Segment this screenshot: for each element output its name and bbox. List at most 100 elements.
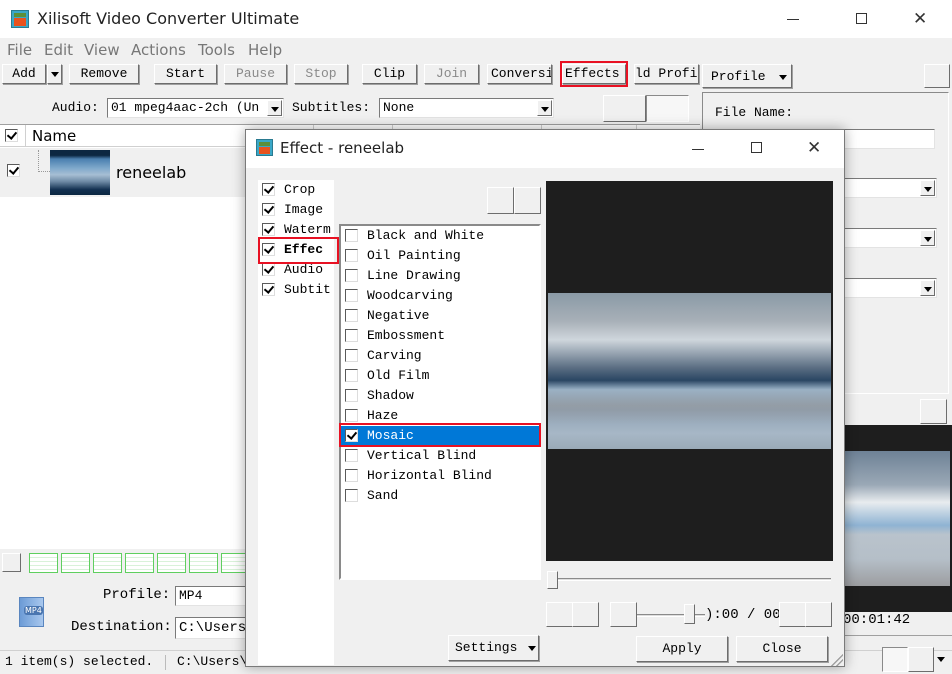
menu-file[interactable]: File xyxy=(7,41,32,59)
maximize-button[interactable] xyxy=(838,0,884,38)
volume-slider-thumb[interactable] xyxy=(684,604,695,624)
effect-item-mosaic[interactable]: Mosaic xyxy=(341,426,539,446)
remove-button[interactable]: Remove xyxy=(69,64,139,84)
apply-button[interactable]: Apply xyxy=(636,636,728,662)
position-slider-track[interactable] xyxy=(549,578,831,581)
destination-label: Destination: xyxy=(71,619,172,635)
effect-checkbox[interactable] xyxy=(345,229,358,242)
category-checkbox[interactable] xyxy=(262,223,275,236)
effect-item[interactable]: Old Film xyxy=(341,366,539,386)
start-button[interactable]: Start xyxy=(154,64,217,84)
chevron-down-icon[interactable] xyxy=(937,657,945,662)
settings-button[interactable]: Settings xyxy=(448,635,539,661)
category-watermark[interactable]: Waterm xyxy=(258,220,334,240)
pause-button[interactable]: Pause xyxy=(224,64,287,84)
menu-edit[interactable]: Edit xyxy=(44,41,73,59)
effect-checkbox[interactable] xyxy=(345,409,358,422)
preview-snapshot-button[interactable] xyxy=(882,647,908,672)
dialog-maximize-button[interactable] xyxy=(734,130,780,168)
effect-checkbox[interactable] xyxy=(345,369,358,382)
effect-checkbox[interactable] xyxy=(345,449,358,462)
effect-item[interactable]: Woodcarving xyxy=(341,286,539,306)
subtitles-value: None xyxy=(383,100,415,115)
effect-checkbox[interactable] xyxy=(345,329,358,342)
effect-item[interactable]: Sand xyxy=(341,486,539,506)
category-subtitle[interactable]: Subtit xyxy=(258,280,334,300)
effect-nav-button-2[interactable] xyxy=(514,187,541,214)
add-dropdown-button[interactable] xyxy=(47,64,62,84)
category-effect[interactable]: Effec xyxy=(258,240,334,260)
profile-field[interactable]: MP4 xyxy=(175,586,255,606)
close-dialog-button[interactable]: Close xyxy=(736,636,828,662)
effect-item[interactable]: Haze xyxy=(341,406,539,426)
close-button[interactable]: ✕ xyxy=(898,0,944,38)
minimize-button[interactable] xyxy=(770,0,816,38)
app-title: Xilisoft Video Converter Ultimate xyxy=(37,9,300,28)
effect-preview xyxy=(546,181,833,561)
minimize-icon xyxy=(787,19,799,20)
join-button[interactable]: Join xyxy=(424,64,479,84)
select-all-checkbox[interactable] xyxy=(5,129,18,142)
effect-checkbox[interactable] xyxy=(345,249,358,262)
fullscreen-button[interactable] xyxy=(805,602,832,627)
effect-item[interactable]: Horizontal Blind xyxy=(341,466,539,486)
effect-checkbox[interactable] xyxy=(345,349,358,362)
profile-menu-button[interactable]: Profile xyxy=(702,64,792,88)
subtitles-select[interactable]: None xyxy=(379,98,554,118)
category-image[interactable]: Image xyxy=(258,200,334,220)
row-checkbox[interactable] xyxy=(7,164,20,177)
audio-option-button-2[interactable] xyxy=(646,95,689,122)
category-audio[interactable]: Audio xyxy=(258,260,334,280)
audio-option-button-1[interactable] xyxy=(603,95,646,122)
category-checkbox[interactable] xyxy=(262,243,275,256)
menu-actions[interactable]: Actions xyxy=(131,41,186,59)
snapshot-button[interactable] xyxy=(779,602,806,627)
add-button[interactable]: Add xyxy=(2,64,46,84)
resize-grip-icon[interactable] xyxy=(831,654,843,666)
effect-item[interactable]: Carving xyxy=(341,346,539,366)
effect-checkbox[interactable] xyxy=(345,269,358,282)
effect-item[interactable]: Negative xyxy=(341,306,539,326)
preview-folder-button[interactable] xyxy=(908,647,934,672)
effect-checkbox[interactable] xyxy=(345,489,358,502)
effect-checkbox[interactable] xyxy=(345,289,358,302)
column-header-name[interactable]: Name xyxy=(32,127,76,145)
effect-checkbox[interactable] xyxy=(345,469,358,482)
audio-graph-4 xyxy=(125,553,154,573)
effects-button[interactable]: Effects xyxy=(562,64,626,84)
panel-toggle-button[interactable] xyxy=(924,64,950,88)
category-checkbox[interactable] xyxy=(262,263,275,276)
effect-checkbox[interactable] xyxy=(345,309,358,322)
conversion-button[interactable]: Conversi xyxy=(487,64,552,84)
audio-track-value: 01 mpeg4aac-2ch (Un xyxy=(111,100,260,115)
category-checkbox[interactable] xyxy=(262,283,275,296)
graph-toggle-button[interactable] xyxy=(2,553,21,572)
category-checkbox[interactable] xyxy=(262,183,275,196)
destination-field[interactable]: C:\Users xyxy=(175,617,255,639)
stop-playback-button[interactable] xyxy=(572,602,599,627)
add-profile-button[interactable]: ld Profil xyxy=(634,64,699,84)
effect-checkbox[interactable] xyxy=(345,389,358,402)
effect-nav-button-1[interactable] xyxy=(487,187,514,214)
effect-item[interactable]: Black and White xyxy=(341,226,539,246)
effect-item[interactable]: Embossment xyxy=(341,326,539,346)
stop-button[interactable]: Stop xyxy=(294,64,348,84)
menu-tools[interactable]: Tools xyxy=(198,41,235,59)
menu-help[interactable]: Help xyxy=(248,41,282,59)
play-button[interactable] xyxy=(546,602,573,627)
effect-item[interactable]: Line Drawing xyxy=(341,266,539,286)
clip-button[interactable]: Clip xyxy=(362,64,417,84)
audio-track-select[interactable]: 01 mpeg4aac-2ch (Un xyxy=(107,98,284,118)
position-slider-thumb[interactable] xyxy=(547,571,558,589)
dialog-close-button[interactable]: ✕ xyxy=(792,130,838,168)
effect-item[interactable]: Shadow xyxy=(341,386,539,406)
effect-item[interactable]: Oil Painting xyxy=(341,246,539,266)
effect-item[interactable]: Vertical Blind xyxy=(341,446,539,466)
category-crop[interactable]: Crop xyxy=(258,180,334,200)
dialog-minimize-button[interactable] xyxy=(676,130,722,168)
preview-option-button[interactable] xyxy=(920,399,947,424)
category-checkbox[interactable] xyxy=(262,203,275,216)
effect-checkbox[interactable] xyxy=(345,429,358,442)
menu-view[interactable]: View xyxy=(84,41,120,59)
volume-button[interactable] xyxy=(610,602,637,627)
